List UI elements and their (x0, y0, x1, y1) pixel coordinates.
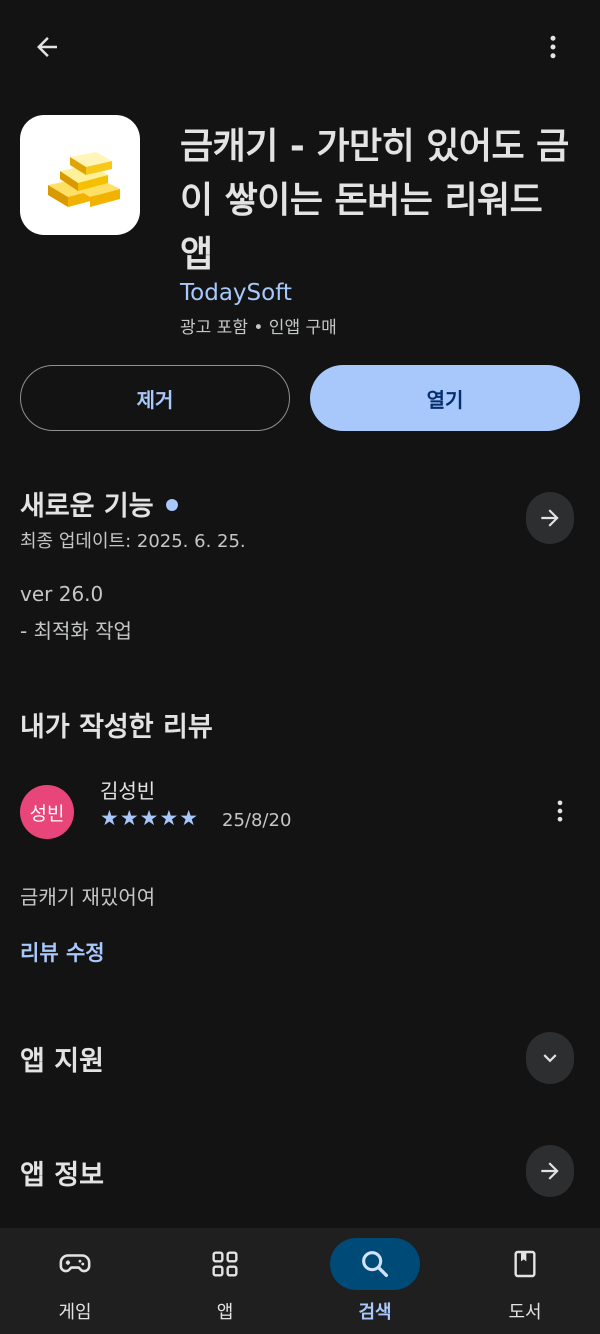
new-indicator-dot (165, 498, 178, 511)
nav-games-label: 게임 (58, 1302, 92, 1323)
gamepad-icon (59, 1254, 91, 1273)
more-options-button[interactable] (528, 22, 578, 72)
top-app-bar (0, 0, 600, 95)
app-info-title[interactable]: 앱 정보 (20, 1153, 104, 1192)
developer-link[interactable]: TodaySoft (180, 280, 292, 306)
whats-new-header[interactable]: 새로운 기능 (20, 484, 178, 523)
nav-books-label: 도서 (508, 1302, 542, 1323)
nav-books[interactable]: 도서 (450, 1228, 600, 1334)
review-date: 25/8/20 (222, 810, 292, 831)
whats-new-title: 새로운 기능 (20, 491, 154, 522)
gold-bars-icon (48, 152, 120, 207)
app-support-title[interactable]: 앱 지원 (20, 1039, 104, 1078)
last-updated: 최종 업데이트: 2025. 6. 25. (20, 531, 246, 552)
remove-button[interactable]: 제거 (20, 365, 290, 431)
my-review-title: 내가 작성한 리뷰 (20, 712, 213, 743)
nav-apps[interactable]: 앱 (150, 1228, 300, 1334)
nav-search-label: 검색 (358, 1302, 392, 1323)
arrow-forward-icon (541, 509, 559, 527)
more-vert-icon (557, 800, 563, 822)
back-button[interactable] (22, 22, 72, 72)
nav-apps-label: 앱 (216, 1302, 234, 1323)
reviewer-name: 김성빈 (100, 779, 156, 803)
whats-new-arrow-button[interactable] (526, 492, 574, 544)
app-support-expand-button[interactable] (526, 1032, 574, 1084)
chevron-down-icon (543, 1054, 557, 1063)
arrow-forward-icon (541, 1162, 559, 1180)
update-note: - 최적화 작업 (20, 619, 132, 643)
avatar: 성빈 (20, 785, 74, 839)
app-meta: 광고 포함 • 인앱 구매 (180, 318, 337, 338)
review-more-button[interactable] (535, 786, 585, 836)
bottom-navigation: 게임 앱 검색 도서 (0, 1228, 600, 1334)
app-title: 금캐기 - 가만히 있어도 금이 쌓이는 돈버는 리워드 앱 (180, 126, 569, 275)
open-button[interactable]: 열기 (310, 365, 580, 431)
app-icon (20, 115, 140, 235)
star-rating: ★★★★★ (100, 806, 200, 830)
nav-games[interactable]: 게임 (0, 1228, 150, 1334)
arrow-back-icon (37, 37, 57, 57)
search-icon (362, 1251, 389, 1278)
more-vert-icon (550, 35, 556, 59)
book-icon (514, 1250, 536, 1278)
apps-grid-icon (212, 1251, 238, 1277)
edit-review-link[interactable]: 리뷰 수정 (20, 937, 105, 967)
app-info-arrow-button[interactable] (526, 1145, 574, 1197)
nav-search[interactable]: 검색 (300, 1228, 450, 1334)
review-text: 금캐기 재밌어여 (20, 885, 156, 909)
version-text: ver 26.0 (20, 582, 104, 606)
